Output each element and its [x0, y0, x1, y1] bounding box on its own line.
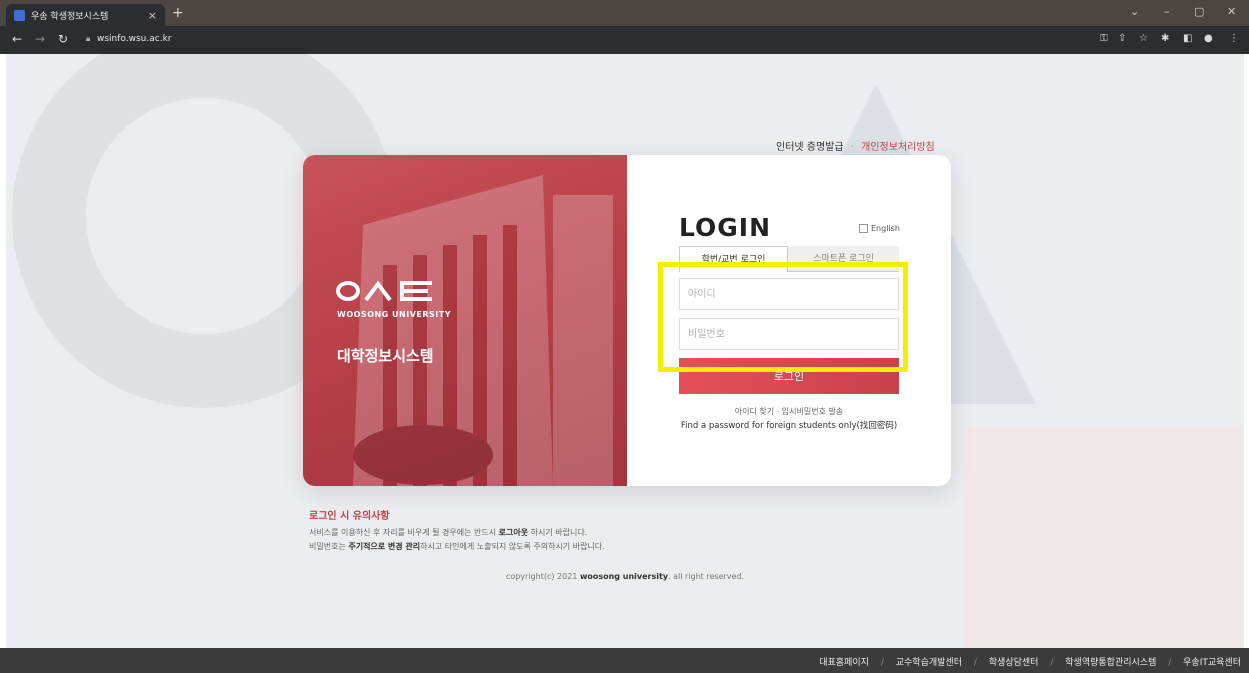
minimize-button[interactable]: – — [1164, 5, 1170, 19]
link-separator: · — [850, 142, 854, 153]
footer-separator: / — [973, 658, 977, 668]
share-icon[interactable]: ⇪ — [1118, 33, 1126, 45]
tab-search-icon[interactable]: ⌄ — [1130, 5, 1139, 19]
campus-building-image — [353, 175, 613, 486]
notice-text: 하시기 바랍니다. — [528, 528, 588, 537]
sidepanel-icon[interactable]: ◧ — [1183, 33, 1192, 45]
copyright: copyright(c) 2021 woosong university. al… — [6, 572, 1244, 581]
browser-tabstrip: 우송 학생정보시스템 × + ⌄ – ▢ ✕ — [0, 0, 1249, 26]
footer-link-homepage[interactable]: 대표홈페이지 — [819, 658, 869, 668]
notice-text: 하시고 타인에게 노출되지 않도록 주의하시기 바랍니다. — [420, 542, 605, 551]
find-account-links[interactable]: 아이디 찾기 · 임시비밀번호 발송 — [679, 406, 899, 417]
brand-panel: WOOSONG UNIVERSITY 대학정보시스템 — [303, 155, 627, 486]
menu-kebab-icon[interactable]: ⋮ — [1229, 33, 1239, 45]
certificate-link[interactable]: 인터넷 증명발급 — [776, 142, 844, 153]
english-checkbox[interactable] — [859, 224, 868, 233]
tab-title: 우송 학생정보시스템 — [31, 11, 109, 22]
footer-link-counseling-center[interactable]: 학생상담센터 — [989, 658, 1039, 668]
browser-toolbar: ← → ↻ 🔒︎ wsinfo.wsu.ac.kr ⚿ ⇪ ☆ ✱ ◧ ● ⋮ — [0, 26, 1249, 54]
notice-line-1: 서비스를 이용하신 후 자리를 비우게 될 경우에는 반드시 로그아웃 하시기 … — [309, 527, 587, 538]
notice-emphasis: 로그아웃 — [498, 528, 529, 537]
forward-arrow-icon[interactable]: → — [35, 32, 45, 46]
footer-separator: / — [1168, 658, 1172, 668]
privacy-policy-link[interactable]: 개인정보처리방침 — [861, 142, 935, 153]
page-viewport: 인터넷 증명발급 · 개인정보처리방침 WOOSONG UNIVERSITY 대… — [6, 54, 1244, 648]
footer-separator: / — [880, 658, 884, 668]
new-tab-button[interactable]: + — [172, 5, 184, 21]
close-window-button[interactable]: ✕ — [1227, 5, 1236, 19]
reload-icon[interactable]: ↻ — [58, 32, 68, 46]
footer-link-competency-system[interactable]: 학생역량통합관리시스템 — [1065, 658, 1156, 668]
notice-emphasis: 주기적으로 변경 관리 — [348, 542, 421, 551]
system-name: 대학정보시스템 — [337, 347, 434, 365]
foreign-student-link[interactable]: Find a password for foreign students onl… — [679, 419, 899, 431]
browser-tab[interactable]: 우송 학생정보시스템 × — [6, 4, 165, 26]
top-links: 인터넷 증명발급 · 개인정보처리방침 — [776, 138, 935, 153]
tab-close-icon[interactable]: × — [148, 10, 157, 21]
notice-title: 로그인 시 유의사항 — [309, 511, 390, 522]
footer-link-teaching-center[interactable]: 교수학습개발센터 — [896, 658, 962, 668]
key-icon[interactable]: ⚿ — [1100, 33, 1108, 45]
notice-text: 서비스를 이용하신 후 자리를 비우게 될 경우에는 반드시 — [309, 528, 499, 537]
highlight-box — [658, 262, 908, 372]
university-logo-icon — [336, 280, 432, 302]
profile-icon[interactable]: ● — [1204, 33, 1213, 45]
english-toggle[interactable]: English — [859, 224, 900, 233]
copyright-text: copyright(c) 2021 — [505, 572, 580, 581]
notice-line-2: 비밀번호는 주기적으로 변경 관리하시고 타인에게 노출되지 않도록 주의하시기… — [309, 541, 605, 552]
footer-links: 대표홈페이지 / 교수학습개발센터 / 학생상담센터 / 학생역량통합관리시스템… — [819, 655, 1241, 668]
bookmark-star-icon[interactable]: ☆ — [1139, 33, 1148, 45]
decorative-square — [964, 426, 1244, 648]
address-bar[interactable]: wsinfo.wsu.ac.kr — [97, 34, 171, 44]
notice-text: 비밀번호는 — [309, 542, 349, 551]
university-name: WOOSONG UNIVERSITY — [337, 310, 452, 319]
maximize-button[interactable]: ▢ — [1194, 5, 1204, 19]
copyright-org: woosong university — [579, 572, 669, 581]
english-label: English — [871, 224, 900, 233]
footer-bar: 대표홈페이지 / 교수학습개발센터 / 학생상담센터 / 학생역량통합관리시스템… — [0, 648, 1249, 673]
favicon-icon — [14, 9, 25, 21]
copyright-text: . all right reserved. — [668, 572, 745, 581]
lock-icon[interactable]: 🔒︎ — [86, 34, 90, 44]
extensions-icon[interactable]: ✱ — [1161, 33, 1169, 45]
login-title: LOGIN — [679, 213, 772, 242]
footer-link-it-center[interactable]: 우송IT교육센터 — [1183, 658, 1241, 668]
footer-separator: / — [1050, 658, 1054, 668]
back-arrow-icon[interactable]: ← — [12, 32, 22, 46]
